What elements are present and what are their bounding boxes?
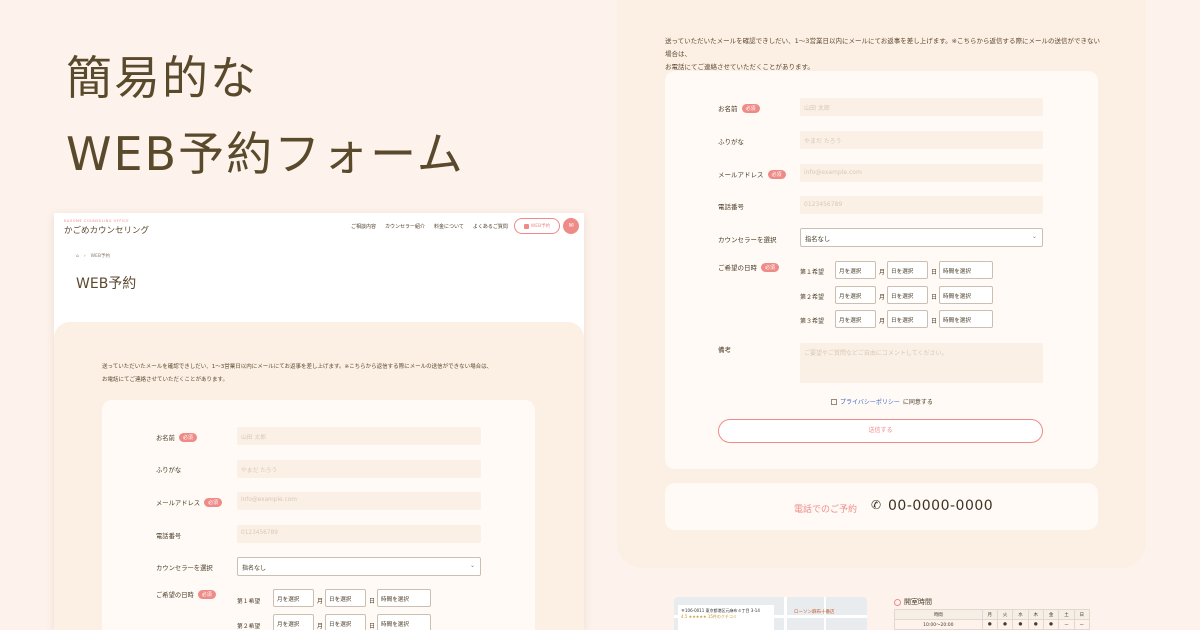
nav-item[interactable]: 料金について	[434, 223, 464, 230]
global-nav: ご相談内容 カウンセラー紹介 料金について よくあるご質問	[351, 223, 508, 230]
submit-button[interactable]: 送信する	[718, 419, 1043, 443]
preview-name-label: お名前 必須	[156, 433, 197, 442]
nav-item[interactable]: カウンセラー紹介	[385, 223, 425, 230]
hours-title: 開室時間	[894, 597, 932, 607]
preview-counselor-label: カウンセラーを選択	[156, 565, 213, 572]
wish-label: ご希望の日時 必須	[718, 262, 780, 272]
preview-kana-label: ふりがな	[156, 467, 182, 474]
counselor-label: カウンセラーを選択	[718, 236, 777, 244]
wish-1-label: 第１希望	[800, 269, 825, 276]
breadcrumb: ⌂ › WEB予約	[76, 253, 111, 260]
map-place-label: ローソン麻布十番店	[794, 610, 835, 615]
preview-wish-2-label: 第２希望	[237, 624, 261, 630]
wish-2-day[interactable]: 日を選択	[887, 286, 928, 304]
preview-wish-1-day[interactable]: 日を選択	[325, 589, 366, 607]
chevron-down-icon: ⌄	[1031, 233, 1037, 240]
notes-textarea[interactable]: ご要望やご質問などご自由にコメントしてください。	[800, 343, 1043, 383]
headline-line1: 簡易的な	[66, 51, 258, 105]
headline-line2: WEB予約フォーム	[66, 127, 465, 181]
phone-icon: ✆	[871, 498, 882, 512]
preview-wish-1-month[interactable]: 月を選択	[273, 589, 314, 607]
nav-item[interactable]: ご相談内容	[351, 223, 376, 230]
wish-1-day[interactable]: 日を選択	[887, 261, 928, 279]
name-input[interactable]: 山田 太郎	[800, 98, 1043, 116]
wish-2-time[interactable]: 時間を選択	[939, 286, 993, 304]
wish-3-day[interactable]: 日を選択	[887, 310, 928, 328]
required-badge: 必須	[741, 103, 760, 113]
counselor-select[interactable]: 指名なし ⌄	[800, 228, 1043, 247]
preview-wish-label: ご希望の日時 必須	[156, 590, 216, 599]
email-label: メールアドレス 必須	[718, 169, 786, 179]
privacy-policy-link[interactable]: プライバシーポリシー	[840, 397, 900, 406]
form-intro: 送っていただいたメールを確認できしだい、1〜3営業日以内にメールにてお返事を差し…	[665, 37, 1101, 71]
tel-input[interactable]: 0123456789	[800, 196, 1043, 214]
wish-3-label: 第３希望	[800, 318, 825, 325]
kana-label: ふりがな	[718, 138, 744, 146]
tel-label: 電話番号	[718, 203, 744, 211]
wish-1-time[interactable]: 時間を選択	[939, 261, 993, 279]
preview-kana-input[interactable]: やまだ たろう	[237, 460, 481, 478]
preview-name-input[interactable]: 山田 太郎	[237, 427, 481, 445]
wish-2-label: 第２希望	[800, 294, 825, 301]
preview-wish-2-day[interactable]: 日を選択	[325, 614, 366, 630]
preview-wish-1-time[interactable]: 時間を選択	[377, 589, 431, 607]
mail-icon[interactable]: ✉	[563, 218, 579, 234]
wish-3-month[interactable]: 月を選択	[835, 310, 876, 328]
wish-2-month[interactable]: 月を選択	[835, 286, 876, 304]
site-logo[interactable]: かごめカウンセリング	[64, 224, 149, 236]
preview-email-label: メールアドレス 必須	[156, 498, 223, 507]
phone-number[interactable]: 00-0000-0000	[888, 498, 993, 514]
chevron-down-icon: ⌄	[469, 562, 475, 569]
preview-wish-1-label: 第１希望	[237, 599, 261, 605]
page-title: WEB予約	[76, 276, 137, 292]
preview-tel-input[interactable]: 0123456789	[237, 525, 481, 543]
home-icon[interactable]: ⌂	[76, 254, 79, 259]
preview-email-input[interactable]: info@example.com	[237, 492, 481, 510]
required-badge: 必須	[767, 169, 786, 179]
preview-wish-2-time[interactable]: 時間を選択	[377, 614, 431, 630]
preview-tel-label: 電話番号	[156, 533, 182, 540]
preview-wish-2-month[interactable]: 月を選択	[273, 614, 314, 630]
site-preview: KAGOME COUNSELING OFFICE かごめカウンセリング ご相談内…	[54, 213, 584, 630]
wish-1-month[interactable]: 月を選択	[835, 261, 876, 279]
map-embed[interactable]: 〒106-0011 東京都港区元麻布４丁目 3-14 4.5 ★★★★★ 15件…	[674, 597, 867, 630]
map-info-card: 〒106-0011 東京都港区元麻布４丁目 3-14 4.5 ★★★★★ 15件…	[678, 605, 774, 630]
clock-icon	[894, 598, 901, 606]
preview-form-intro: 送っていただいたメールを確認できしだい、1〜3営業日以内にメールにてお返事を差し…	[102, 364, 493, 383]
kana-input[interactable]: やまだ たろう	[800, 131, 1043, 149]
hours-table: 時間月火水 木金土日 10:00〜20:00 ● ● ● ● ● ーー	[894, 609, 1091, 630]
email-input[interactable]: info@example.com	[800, 164, 1043, 182]
preview-counselor-select[interactable]: 指名なし ⌄	[237, 557, 481, 576]
wish-3-time[interactable]: 時間を選択	[939, 310, 993, 328]
phone-card	[665, 483, 1098, 530]
logo-subtitle: KAGOME COUNSELING OFFICE	[64, 219, 130, 223]
name-label: お名前 必須	[718, 103, 760, 113]
phone-label: 電話でのご予約	[794, 505, 858, 515]
required-badge: 必須	[761, 262, 780, 272]
nav-item[interactable]: よくあるご質問	[473, 223, 508, 230]
privacy-checkbox[interactable]	[831, 398, 837, 405]
web-booking-button[interactable]: WEB予約	[514, 218, 560, 234]
notes-label: 備考	[718, 346, 731, 354]
calendar-icon	[523, 223, 529, 229]
privacy-consent[interactable]: プライバシーポリシー に同意する	[831, 397, 933, 406]
